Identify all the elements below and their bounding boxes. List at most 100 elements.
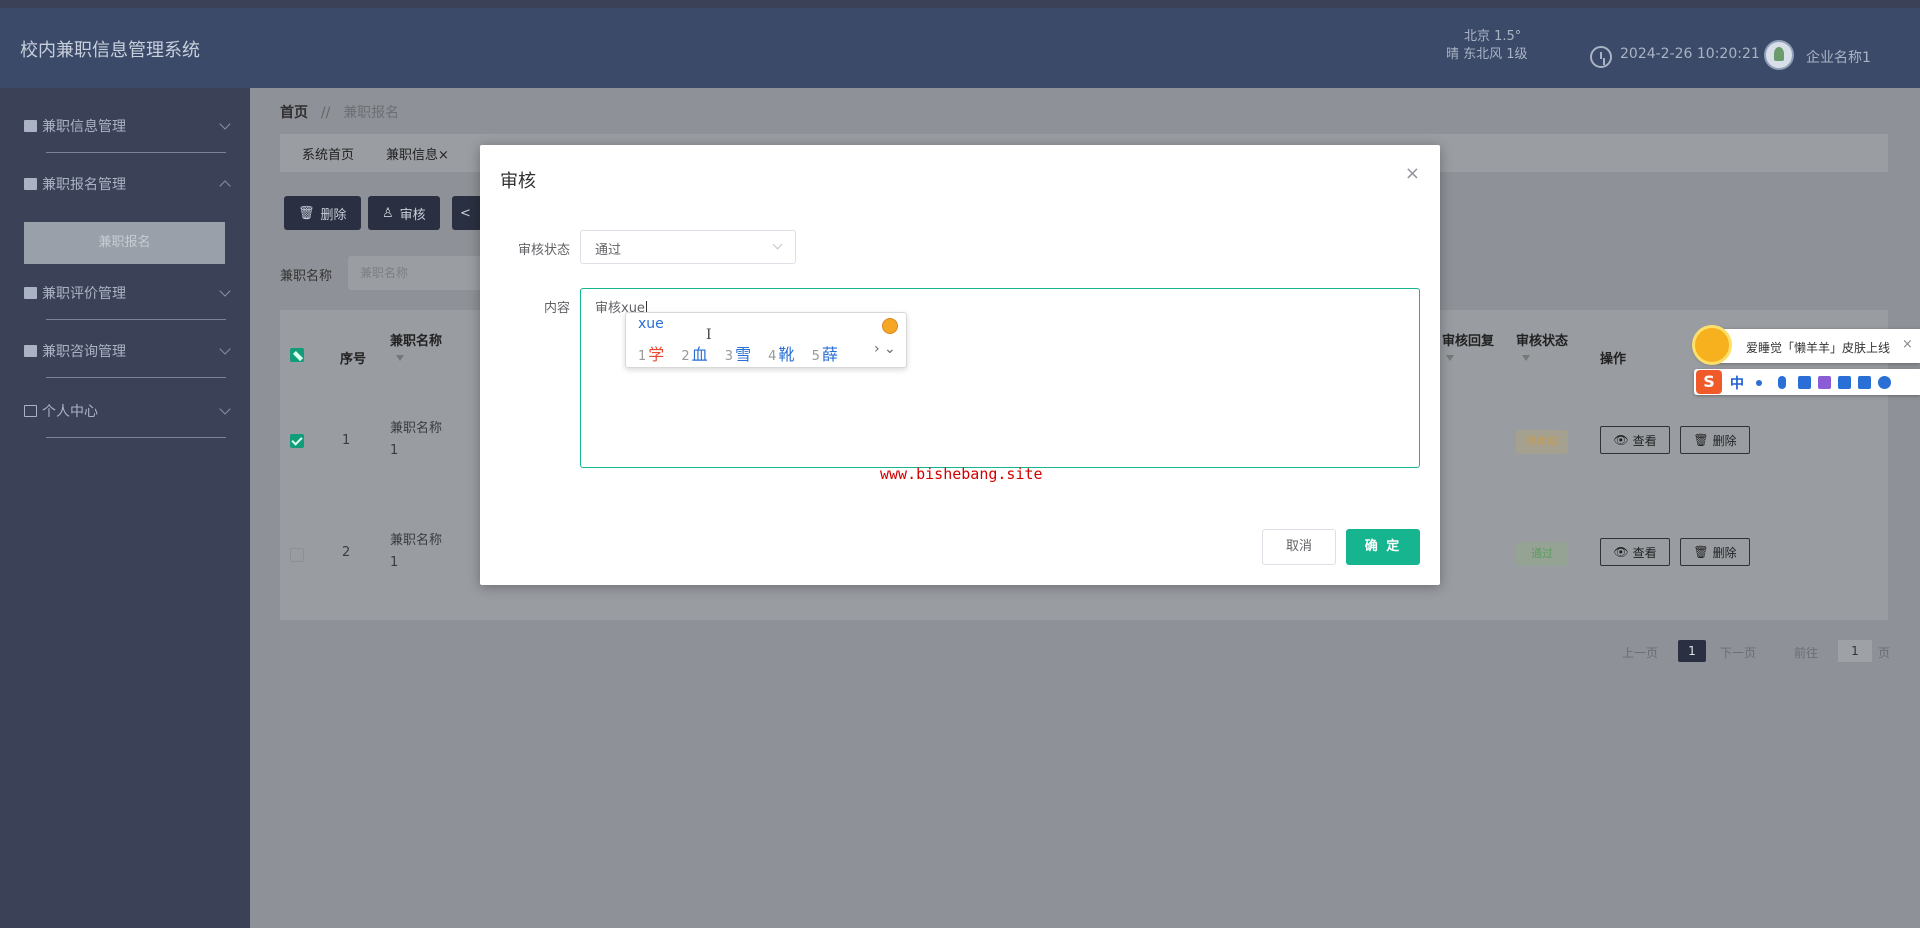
tab-home[interactable]: 系统首页: [302, 144, 354, 163]
sort-icon[interactable]: [1446, 355, 1454, 361]
delete-label: 删除: [1712, 545, 1737, 560]
col-status[interactable]: 审核状态: [1516, 330, 1568, 349]
sort-icon[interactable]: [396, 355, 404, 361]
goto-page-input[interactable]: 1: [1838, 640, 1872, 662]
ime-candidate[interactable]: 1学: [638, 345, 664, 364]
ime-promo-banner[interactable]: 爱睡觉「懒羊羊」皮肤上线 ×: [1692, 325, 1920, 365]
chevron-down-icon: [219, 343, 231, 355]
breadcrumb-home[interactable]: 首页: [280, 105, 308, 121]
sogou-logo-icon[interactable]: S: [1696, 370, 1722, 394]
sidebar-subitem-registration[interactable]: 兼职报名: [24, 222, 225, 264]
sidebar-item-job-info[interactable]: 兼职信息管理: [24, 106, 231, 146]
view-button[interactable]: 👁 查看: [1600, 538, 1670, 566]
col-name[interactable]: 兼职名称: [390, 330, 442, 349]
game-icon[interactable]: [1838, 376, 1851, 389]
clock-icon: [1590, 46, 1612, 68]
status-field-label: 审核状态: [517, 243, 570, 258]
ime-mode-toggle[interactable]: 中: [1730, 373, 1744, 393]
row-name-line2: 1: [390, 555, 399, 570]
status-select[interactable]: 通过: [580, 230, 796, 264]
next-page-button[interactable]: 下一页: [1720, 644, 1756, 661]
microphone-icon[interactable]: [1778, 376, 1786, 389]
ime-skin-icon[interactable]: [882, 318, 898, 334]
document-icon: [24, 345, 37, 357]
view-button[interactable]: 👁 查看: [1600, 426, 1670, 454]
delete-label: 删除: [320, 207, 347, 223]
cancel-button[interactable]: 取消: [1262, 529, 1336, 565]
close-icon[interactable]: ×: [1405, 163, 1420, 184]
row-checkbox[interactable]: [290, 434, 304, 448]
page-number-current[interactable]: 1: [1678, 640, 1706, 662]
content-field-label: 内容: [543, 301, 570, 316]
breadcrumb: 首页 // 兼职报名: [280, 102, 399, 122]
divider: [46, 377, 226, 378]
ime-more-button[interactable]: › ⌄: [874, 341, 896, 357]
share-button[interactable]: <: [452, 196, 482, 230]
ime-candidate[interactable]: 3雪: [725, 345, 751, 364]
dialog-title: 审核: [500, 171, 536, 192]
status-select-value: 通过: [595, 243, 622, 258]
avatar[interactable]: [1764, 40, 1794, 70]
tab-job-info[interactable]: 兼职信息×: [386, 144, 449, 163]
keyboard-icon[interactable]: [1798, 376, 1811, 389]
gear-icon[interactable]: [1878, 376, 1891, 389]
weather-widget: 北京 1.5° 晴 东北风 1级: [1446, 28, 1528, 64]
chevron-down-icon: [219, 403, 231, 415]
breadcrumb-separator: //: [320, 105, 331, 121]
datetime: 2024-2-26 10:20:21: [1620, 46, 1760, 62]
sidebar-item-label: 兼职报名管理: [42, 177, 126, 193]
id-card-icon: [24, 405, 37, 417]
sidebar-item-evaluation[interactable]: 兼职评价管理: [24, 273, 231, 313]
select-all-checkbox[interactable]: [290, 348, 304, 362]
col-index: 序号: [340, 352, 367, 367]
ime-candidate-window: xue 1学 2血 3雪 4靴 5薛 › ⌄: [625, 312, 907, 368]
ime-candidate[interactable]: 2血: [681, 345, 707, 364]
confirm-button[interactable]: 确 定: [1346, 529, 1420, 565]
prev-page-button[interactable]: 上一页: [1622, 644, 1658, 661]
apps-grid-icon[interactable]: [1858, 376, 1871, 389]
ibeam-cursor-icon: I: [706, 327, 712, 343]
user-icon: ♙: [382, 205, 394, 221]
sidebar-item-label: 兼职评价管理: [42, 286, 126, 302]
breadcrumb-current: 兼职报名: [343, 105, 400, 121]
sidebar-item-consult[interactable]: 兼职咨询管理: [24, 331, 231, 371]
row-name: 兼职名称 1: [390, 418, 442, 462]
weather-city: 北京 1.5°: [1464, 29, 1522, 44]
divider: [46, 152, 226, 153]
book-icon: [24, 178, 37, 190]
delete-button[interactable]: 🗑 删除: [284, 196, 361, 230]
close-icon[interactable]: ×: [1902, 337, 1913, 352]
top-header: 校内兼职信息管理系统 北京 1.5° 晴 东北风 1级 2024-2-26 10…: [0, 8, 1920, 88]
sidebar-item-label: 兼职咨询管理: [42, 344, 126, 360]
filter-input[interactable]: 兼职名称: [348, 256, 498, 290]
trash-icon: 🗑: [1693, 433, 1709, 447]
row-checkbox[interactable]: [290, 548, 304, 562]
audit-label: 审核: [399, 207, 426, 223]
sidebar-item-label: 个人中心: [42, 404, 98, 420]
sidebar: 兼职信息管理 兼职报名管理 兼职报名 兼职评价管理 兼职咨询管理 个人中心: [0, 88, 250, 928]
sidebar-item-registration[interactable]: 兼职报名管理: [24, 164, 231, 204]
close-icon[interactable]: ×: [438, 148, 449, 163]
row-delete-button[interactable]: 🗑 删除: [1680, 426, 1750, 454]
app-root: 校内兼职信息管理系统 北京 1.5° 晴 东北风 1级 2024-2-26 10…: [0, 0, 1920, 928]
company-name[interactable]: 企业名称1: [1806, 47, 1871, 67]
row-index: 1: [342, 433, 351, 448]
grid-icon: [24, 120, 37, 132]
ime-promo-text: 爱睡觉「懒羊羊」皮肤上线: [1746, 341, 1891, 355]
audit-dialog: 审核 × 审核状态 通过 内容 审核xue www.bishebang.site…: [480, 145, 1440, 585]
ime-candidate[interactable]: 5薛: [812, 345, 838, 364]
share-icon: <: [460, 205, 471, 221]
chevron-down-icon: [772, 239, 783, 250]
sort-icon[interactable]: [1522, 355, 1530, 361]
sidebar-item-profile[interactable]: 个人中心: [24, 391, 231, 431]
divider: [46, 319, 226, 320]
col-reply[interactable]: 审核回复: [1442, 330, 1494, 349]
row-delete-button[interactable]: 🗑 删除: [1680, 538, 1750, 566]
punctuation-icon[interactable]: [1756, 380, 1762, 386]
page-unit-label: 页: [1878, 646, 1891, 660]
audit-button[interactable]: ♙ 审核: [368, 196, 440, 230]
ime-candidate[interactable]: 4靴: [768, 345, 794, 364]
status-badge: 待审核: [1516, 430, 1568, 454]
row-index: 2: [342, 545, 351, 560]
skin-icon[interactable]: [1818, 376, 1831, 389]
